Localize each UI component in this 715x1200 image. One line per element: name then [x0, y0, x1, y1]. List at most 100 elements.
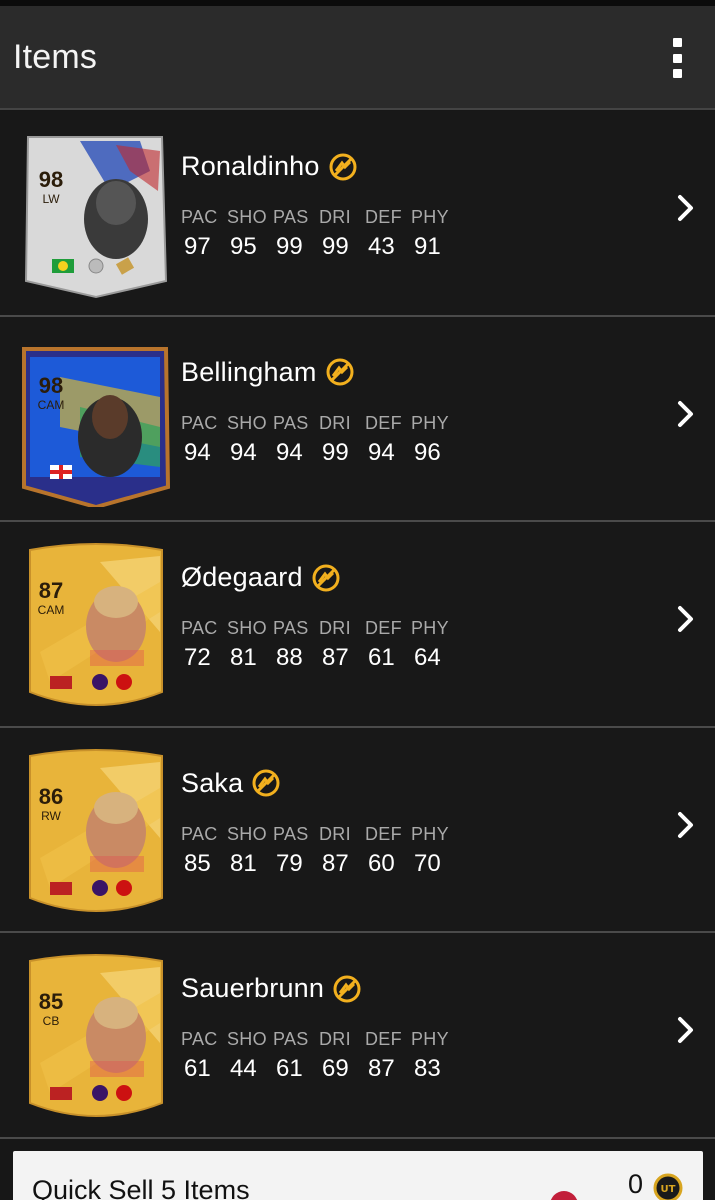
- stat-label: SHO: [227, 207, 267, 227]
- untradeable-icon: [326, 358, 354, 386]
- stat-dri: DRI 69: [319, 1029, 365, 1083]
- stat-value: 81: [230, 644, 257, 671]
- player-card: 98 LW: [20, 131, 172, 301]
- stat-value: 81: [230, 849, 257, 877]
- chevron-right-icon[interactable]: [675, 810, 697, 840]
- stat-label: SHO: [227, 1029, 267, 1049]
- player-name-line: Sauerbrunn: [181, 973, 362, 1004]
- quick-sell-label: Quick Sell 5 Items: [32, 1174, 250, 1200]
- stat-def: DEF 60: [365, 824, 411, 878]
- stat-label: DRI: [319, 823, 351, 844]
- stat-value: 99: [322, 233, 349, 260]
- card-position: CAM: [38, 398, 65, 412]
- stat-label: PAC: [181, 618, 218, 638]
- stat-pas: PAS 88: [273, 618, 319, 672]
- stat-value: 87: [322, 849, 349, 877]
- stat-phy: PHY 96: [411, 413, 457, 467]
- stat-value: 72: [184, 644, 211, 671]
- svg-text:UT: UT: [661, 1184, 676, 1195]
- stat-sho: SHO 94: [227, 413, 273, 467]
- player-name: Bellingham: [181, 356, 317, 387]
- chevron-right-icon[interactable]: [675, 399, 697, 429]
- stat-label: PHY: [411, 823, 449, 844]
- player-card: 87 CAM: [20, 542, 172, 712]
- stat-value: 94: [276, 438, 303, 466]
- player-row[interactable]: 98 LW Ronaldinho PAC 97 SHO 95 PAS 99 DRI 99 DEF 43…: [0, 111, 715, 317]
- stat-label: DRI: [319, 1029, 351, 1049]
- chevron-right-icon[interactable]: [675, 1015, 697, 1045]
- player-card-art: 98LW: [24, 136, 168, 299]
- stat-label: PAS: [273, 618, 309, 638]
- card-position: CAM: [38, 603, 65, 617]
- player-card: 98 CAM: [20, 337, 172, 507]
- player-card: 85 CB: [20, 953, 172, 1123]
- card-position: CB: [43, 1014, 60, 1028]
- stat-value: 97: [184, 233, 211, 260]
- player-name: Ødegaard: [181, 562, 303, 592]
- stat-label: PAC: [181, 412, 218, 433]
- stat-dri: DRI 99: [319, 207, 365, 261]
- stat-pas: PAS 99: [273, 207, 319, 261]
- stat-value: 79: [276, 849, 303, 877]
- stat-value: 94: [368, 438, 395, 466]
- untradeable-icon: [329, 153, 357, 180]
- stat-pac: PAC 61: [181, 1029, 227, 1083]
- items-list: 98 LW Ronaldinho PAC 97 SHO 95 PAS 99 DRI 99 DEF 43…: [0, 111, 715, 1139]
- stat-label: DEF: [365, 618, 402, 638]
- stat-value: 87: [322, 644, 349, 671]
- stat-pas: PAS 79: [273, 824, 319, 878]
- stat-label: DEF: [365, 207, 402, 227]
- stat-phy: PHY 83: [411, 1029, 457, 1083]
- player-row[interactable]: 85 CB Sauerbrunn PAC 61 SHO 44 PAS 61 DRI 69 DEF 87…: [0, 933, 715, 1139]
- card-position: LW: [42, 192, 60, 206]
- chevron-right-icon[interactable]: [675, 193, 697, 223]
- card-rating: 98: [39, 373, 63, 398]
- chevron-right-icon[interactable]: [675, 604, 697, 634]
- notification-dot: [550, 1191, 578, 1200]
- stat-value: 91: [414, 233, 441, 260]
- stat-value: 99: [276, 233, 303, 260]
- stat-label: PHY: [411, 412, 449, 433]
- player-name-line: Ronaldinho: [181, 151, 358, 182]
- stat-pac: PAC 94: [181, 413, 227, 467]
- stat-value: 87: [368, 1055, 395, 1082]
- stat-label: PAC: [181, 823, 218, 844]
- stat-value: 99: [322, 438, 349, 466]
- stat-value: 88: [276, 644, 303, 671]
- stat-label: PAS: [273, 1029, 309, 1049]
- stat-label: PAC: [181, 1029, 218, 1049]
- player-row[interactable]: 98 CAM Bellingham PAC 94 SHO 94 PAS 94 DRI 99 DEF 9…: [0, 316, 715, 522]
- stat-phy: PHY 91: [411, 207, 457, 261]
- stat-sho: SHO 95: [227, 207, 273, 261]
- stat-dri: DRI 87: [319, 618, 365, 672]
- more-vertical-icon[interactable]: [669, 38, 685, 78]
- stat-def: DEF 61: [365, 618, 411, 672]
- stat-value: 94: [230, 438, 257, 466]
- stat-label: PAS: [273, 412, 309, 433]
- stat-label: PAC: [181, 207, 218, 227]
- stat-sho: SHO 44: [227, 1029, 273, 1083]
- player-card-art: 98CAM: [22, 346, 171, 507]
- card-rating: 85: [39, 989, 63, 1014]
- stat-label: SHO: [227, 412, 267, 433]
- stat-label: DEF: [365, 1029, 402, 1049]
- stat-dri: DRI 87: [319, 824, 365, 878]
- stat-value: 44: [230, 1055, 257, 1082]
- stat-pac: PAC 97: [181, 207, 227, 261]
- stat-value: 61: [368, 644, 395, 671]
- stat-pac: PAC 85: [181, 824, 227, 878]
- app-header: Items: [0, 6, 715, 110]
- stat-label: DEF: [365, 412, 402, 433]
- stat-label: PAS: [273, 823, 309, 844]
- quick-sell-button[interactable]: Quick Sell 5 Items 0 UT: [13, 1151, 703, 1200]
- stat-dri: DRI 99: [319, 413, 365, 467]
- player-row[interactable]: 86 RW Saka PAC 85 SHO 81 PAS 79 DRI 87 DEF 60 PHY 70: [0, 727, 715, 933]
- card-position: RW: [41, 809, 61, 823]
- untradeable-icon: [252, 769, 280, 797]
- stat-value: 95: [230, 233, 257, 260]
- stat-def: DEF 87: [365, 1029, 411, 1083]
- card-rating: 87: [39, 578, 63, 603]
- quick-sell-value: 0: [627, 1169, 643, 1199]
- player-row[interactable]: 87 CAM Ødegaard PAC 72 SHO 81 PAS 88 DRI 87 DEF 61 P…: [0, 522, 715, 728]
- player-card-art: 86RW: [29, 748, 163, 912]
